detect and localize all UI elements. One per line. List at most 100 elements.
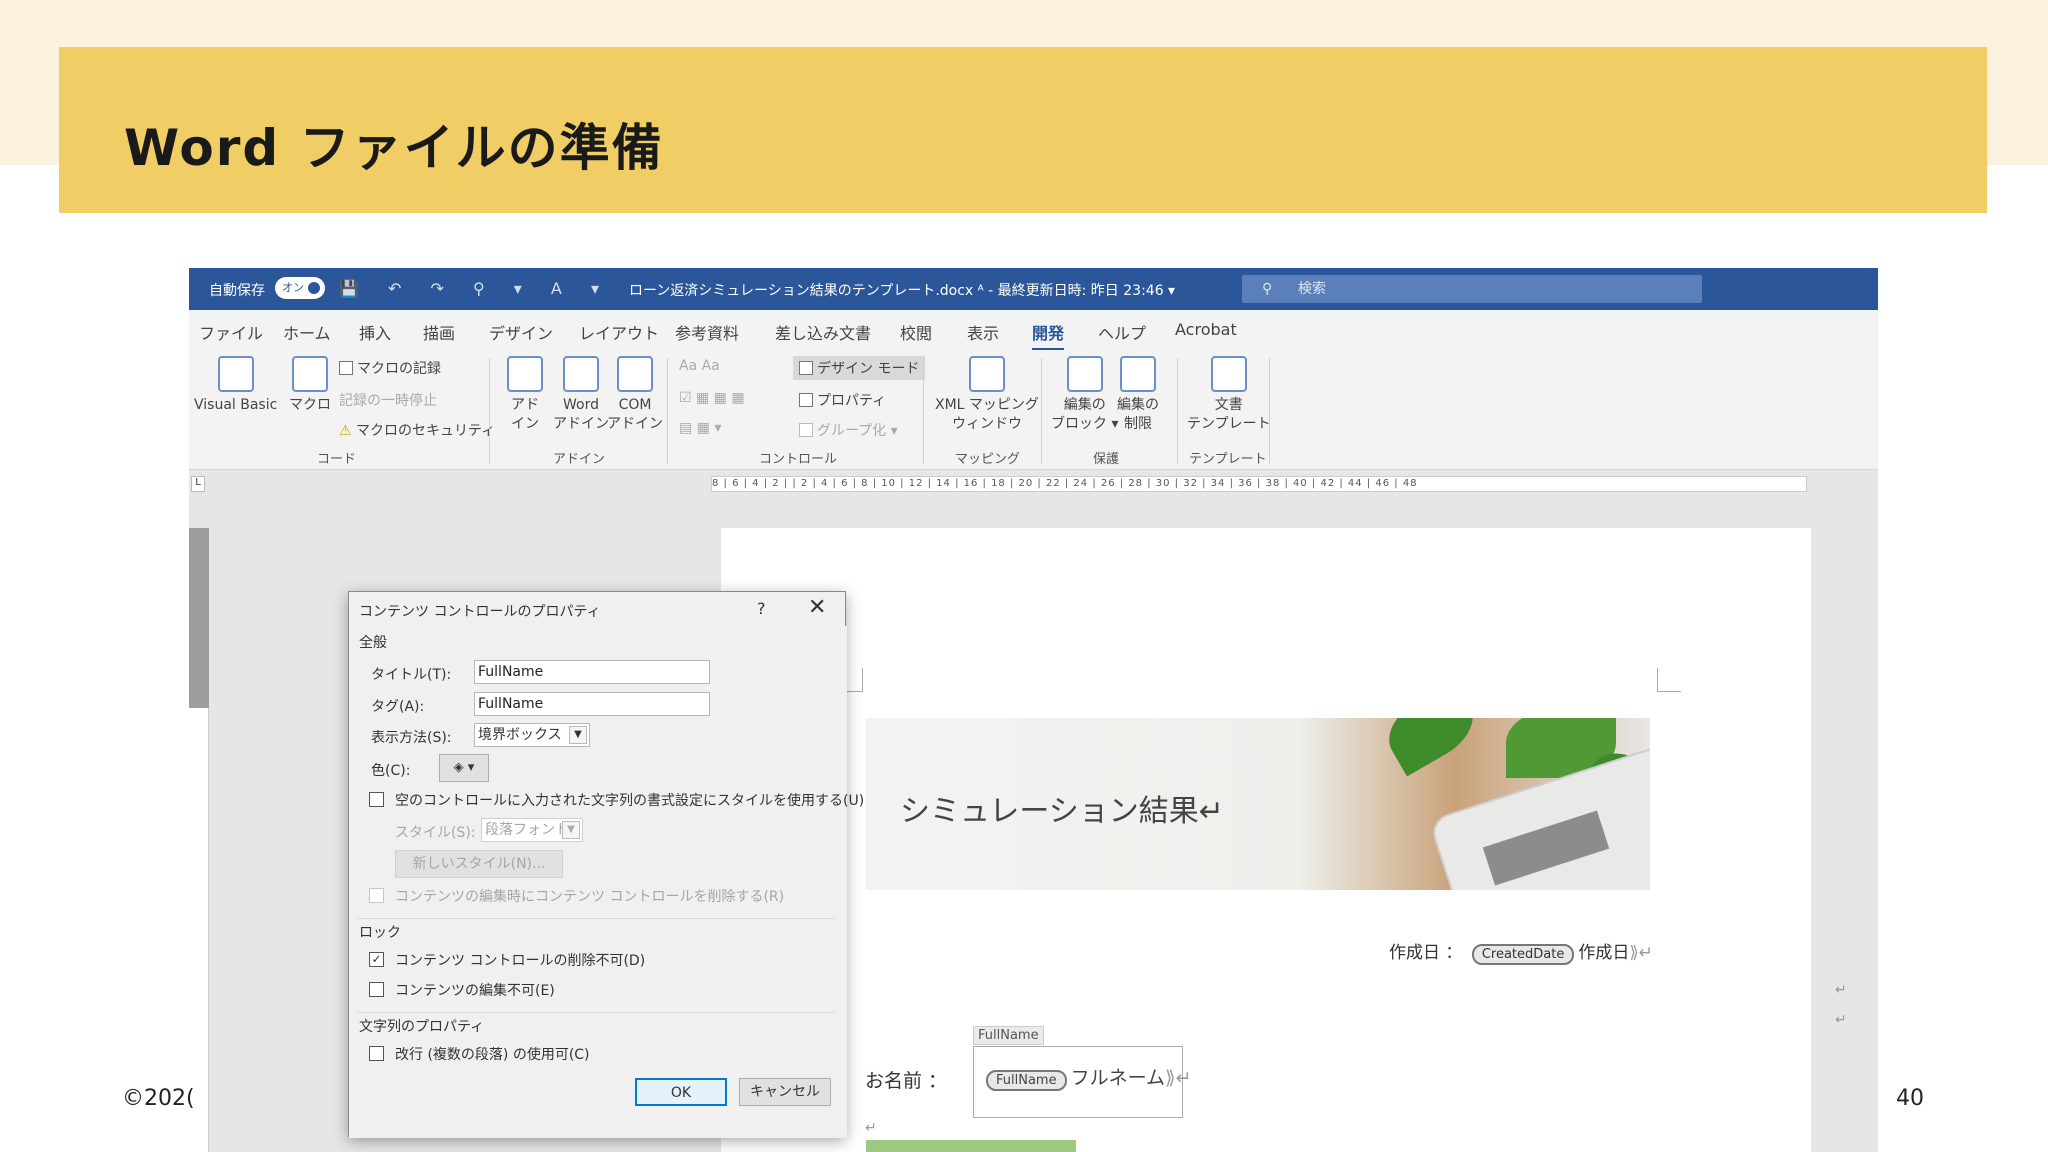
quick-access-icons[interactable]: 💾 ↶ ↷ ⚲ ▾ A ▾ xyxy=(339,279,611,298)
ok-button[interactable]: OK xyxy=(635,1078,727,1106)
group-template-label: テンプレート xyxy=(1189,452,1267,467)
document-template-button[interactable]: 文書 テンプレート xyxy=(1187,356,1271,434)
tab-home[interactable]: ホーム xyxy=(283,320,331,344)
help-button[interactable]: ? xyxy=(757,599,766,618)
vertical-ruler-margin xyxy=(189,528,209,708)
group-addin-label: アドイン xyxy=(553,452,606,467)
macro-security-button[interactable]: ⚠ マクロのセキュリティ xyxy=(339,420,495,440)
style-select[interactable]: 段落フォント ▼ xyxy=(481,818,583,842)
close-icon[interactable]: ✕ xyxy=(808,595,826,620)
leaf-shape xyxy=(1377,718,1485,777)
divider xyxy=(357,1012,835,1013)
document-page[interactable]: シミュレーション結果↵ 作成日 ： CreatedDate 作成日⟫↵ ↵ ↵ お… xyxy=(721,528,1847,1152)
allow-return-checkbox[interactable] xyxy=(369,1046,384,1061)
fullname-control-title[interactable]: FullName xyxy=(973,1026,1044,1045)
template-label-1: 文書 xyxy=(1214,397,1243,413)
restrict-editing-button[interactable]: 編集の 制限 xyxy=(1117,356,1159,434)
lock-document-icon xyxy=(1120,356,1156,392)
record-macro-button[interactable]: マクロの記録 xyxy=(339,358,441,378)
pause-record-label: 記録の一時停止 xyxy=(339,393,437,409)
title-input[interactable]: FullName xyxy=(474,660,710,684)
tag-input[interactable]: FullName xyxy=(474,692,710,716)
ribbon-separator xyxy=(1041,358,1042,464)
lock-edit-checkbox[interactable] xyxy=(369,982,384,997)
document-title: ローン返済シミュレーション結果のテンプレート.docx ᴬ - 最終更新日時: … xyxy=(629,283,1176,299)
tab-mailings[interactable]: 差し込み文書 xyxy=(775,320,871,344)
tab-selector[interactable]: L xyxy=(191,476,205,492)
xml-mapping-label-1: XML マッピング xyxy=(935,397,1039,413)
tab-help[interactable]: ヘルプ xyxy=(1098,320,1146,344)
new-style-button[interactable]: 新しいスタイル(N)... xyxy=(395,850,563,878)
properties-button[interactable]: プロパティ xyxy=(799,390,886,410)
copyright: ©202( xyxy=(122,1086,195,1111)
paragraph-mark: ↵ xyxy=(865,1120,877,1136)
text-controls[interactable]: Aa Aa xyxy=(679,358,720,374)
search-box[interactable]: ⚲ 検索 xyxy=(1242,275,1702,303)
warning-icon: ⚠ xyxy=(339,423,357,439)
date-placeholder[interactable]: 作成日 xyxy=(1578,943,1629,963)
search-icon: ⚲ xyxy=(1262,281,1273,297)
design-mode-button[interactable]: デザイン モード xyxy=(793,356,926,380)
visual-basic-button[interactable]: Visual Basic xyxy=(194,356,277,415)
fullname-field[interactable]: FullName フルネーム⟫↵ xyxy=(982,1063,1192,1091)
divider xyxy=(357,918,835,919)
tab-draw[interactable]: 描画 xyxy=(423,320,455,344)
block-authors-icon xyxy=(1066,356,1103,392)
visual-basic-label: Visual Basic xyxy=(194,397,278,413)
tab-references[interactable]: 参考資料 xyxy=(675,320,739,344)
tab-view[interactable]: 表示 xyxy=(967,320,999,344)
addin-button[interactable]: アド イン xyxy=(507,356,543,434)
ruler-scale[interactable]: 8 | 6 | 4 | 2 | | 2 | 4 | 6 | 8 | 10 | 1… xyxy=(711,476,1807,492)
allow-return-label: 改行 (複数の段落) の使用可(C) xyxy=(395,1047,590,1063)
lock-delete-checkbox[interactable]: ✓ xyxy=(369,952,384,967)
display-select[interactable]: 境界ボックス ▼ xyxy=(474,723,590,747)
color-picker-button[interactable]: ◈ ▾ xyxy=(439,754,489,782)
autosave-toggle[interactable]: オン xyxy=(275,277,325,299)
paragraph-mark: ↵ xyxy=(1835,982,1847,998)
name-label: お名前 ： xyxy=(865,1070,948,1092)
date-label: 作成日 ： xyxy=(1389,943,1463,963)
block-authors-button[interactable]: 編集の ブロック ▾ xyxy=(1051,356,1118,434)
tab-insert[interactable]: 挿入 xyxy=(359,320,391,344)
name-placeholder[interactable]: フルネーム xyxy=(1071,1067,1165,1089)
tab-developer[interactable]: 開発 xyxy=(1032,320,1065,351)
xml-mapping-button[interactable]: XML マッピング ウィンドウ xyxy=(935,356,1039,434)
tab-acrobat[interactable]: Acrobat xyxy=(1175,320,1237,339)
style-field-label: スタイル(S): xyxy=(395,825,476,841)
section-lock: ロック xyxy=(359,925,401,941)
chevron-down-icon: ▼ xyxy=(569,726,587,744)
group-protect-label: 保護 xyxy=(1093,452,1120,467)
pause-record-button[interactable]: 記録の一時停止 xyxy=(339,390,437,410)
tab-review[interactable]: 校閲 xyxy=(900,320,932,344)
addin-label-1: アド xyxy=(511,397,539,413)
crop-mark xyxy=(1657,668,1681,692)
paragraph-mark: ⟫↵ xyxy=(1629,943,1654,963)
tab-file[interactable]: ファイル xyxy=(199,320,263,344)
block-label-1: 編集の xyxy=(1063,397,1106,413)
properties-icon xyxy=(799,393,813,407)
table-header-bar xyxy=(866,1140,1076,1152)
cancel-button[interactable]: キャンセル xyxy=(739,1078,831,1106)
com-addin-label-1: COM xyxy=(618,397,652,413)
word-addin-button[interactable]: Word アドイン xyxy=(553,356,609,434)
properties-label: プロパティ xyxy=(817,393,887,409)
checkbox-controls[interactable]: ☑ ▦ ▦ ▦ xyxy=(679,390,745,406)
macro-button[interactable]: マクロ xyxy=(289,356,331,415)
vertical-ruler xyxy=(189,528,209,1152)
ribbon-separator xyxy=(1177,358,1178,464)
fullname-tag[interactable]: FullName xyxy=(986,1070,1067,1091)
group-button[interactable]: グループ化 ▾ xyxy=(799,420,898,440)
use-style-checkbox[interactable] xyxy=(369,792,384,807)
dialog-body: 全般 タイトル(T): FullName タグ(A): FullName 表示方… xyxy=(349,626,864,1138)
remove-on-edit-checkbox[interactable] xyxy=(369,888,384,903)
block-label-2: ブロック ▾ xyxy=(1051,416,1119,432)
tab-design[interactable]: デザイン xyxy=(489,320,553,344)
fullname-control-box[interactable]: FullName フルネーム⟫↵ xyxy=(973,1046,1192,1118)
ribbon-separator xyxy=(923,358,924,464)
legacy-controls[interactable]: ▤ ▦ ▾ xyxy=(679,420,721,436)
com-addin-button[interactable]: COM アドイン xyxy=(607,356,663,434)
created-date-tag[interactable]: CreatedDate xyxy=(1471,944,1575,965)
group-icon xyxy=(799,423,813,437)
group-mapping-label: マッピング xyxy=(955,452,1021,467)
tab-layout[interactable]: レイアウト xyxy=(579,320,659,344)
